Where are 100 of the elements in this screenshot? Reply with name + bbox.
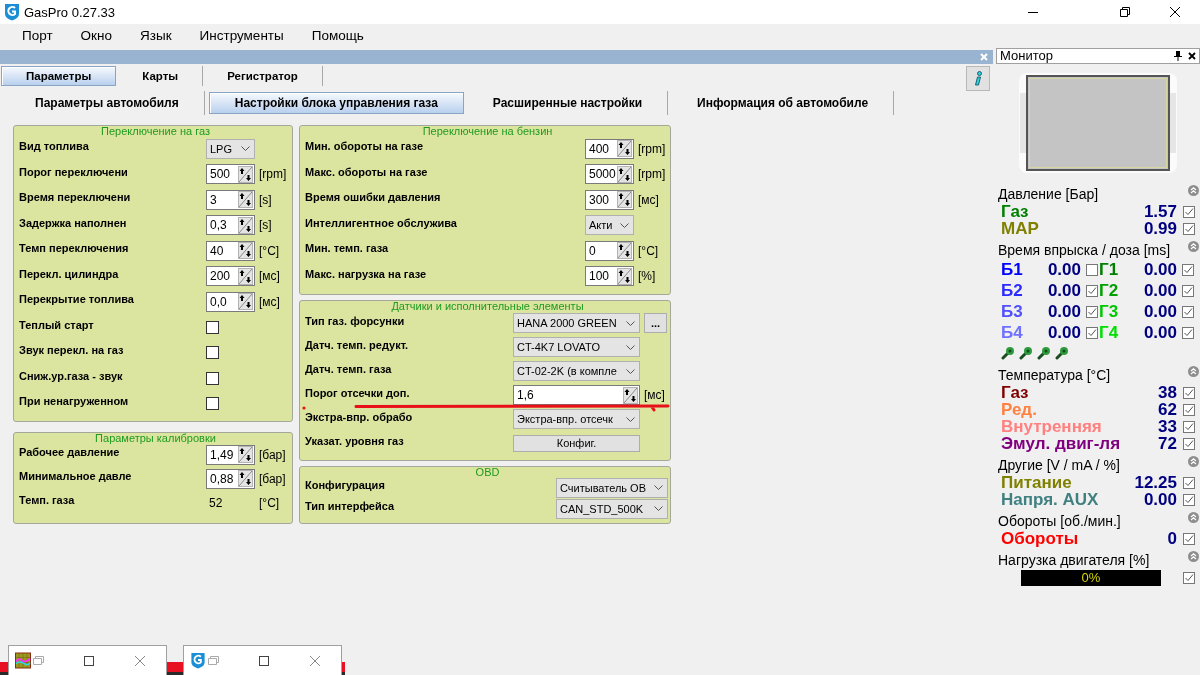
spin-field[interactable]: 0,0 <box>206 291 255 312</box>
checkbox[interactable] <box>1182 326 1194 339</box>
checkbox[interactable] <box>1183 532 1195 545</box>
checkbox[interactable] <box>206 320 219 334</box>
spin-field[interactable]: 0,3 <box>206 215 255 236</box>
unit-label: [rpm] <box>638 141 666 156</box>
checkbox[interactable] <box>206 397 219 411</box>
checkbox[interactable] <box>1183 386 1195 399</box>
info-button[interactable] <box>966 66 990 91</box>
collapse-icon[interactable] <box>1188 366 1199 377</box>
checkbox[interactable] <box>1183 493 1195 506</box>
sensor-value: 0.99 <box>1143 220 1177 237</box>
spin-field[interactable]: 500 <box>206 164 255 185</box>
more-button[interactable]: ... <box>644 313 667 333</box>
spin-arrows-icon[interactable] <box>238 470 253 487</box>
unit-label: [бар] <box>259 471 286 486</box>
spin-arrows-icon[interactable] <box>617 165 632 183</box>
tab[interactable]: Параметры <box>1 66 117 86</box>
spin-field[interactable]: 1,49 <box>206 444 255 465</box>
checkbox[interactable] <box>1086 284 1098 297</box>
tab[interactable]: Регистратор <box>203 66 323 86</box>
menu-item[interactable]: Помощь <box>297 26 378 46</box>
checkbox[interactable] <box>1183 476 1195 489</box>
dropdown[interactable]: CT-02-2K (в компле <box>513 361 640 381</box>
spin-field[interactable]: 300 <box>585 189 634 210</box>
sensor-label: Ред. <box>1001 401 1038 418</box>
section-title: Другие [V / mA / %] <box>998 457 1121 473</box>
spin-arrows-icon[interactable] <box>238 191 253 209</box>
menu-item[interactable]: Инструменты <box>185 26 298 46</box>
field-label: Тип газ. форсунки <box>305 314 406 329</box>
pin-icon[interactable] <box>1174 51 1182 61</box>
collapse-icon[interactable] <box>1188 241 1199 252</box>
spin-arrows-icon[interactable] <box>617 267 632 285</box>
spin-field[interactable]: 3 <box>206 189 255 210</box>
collapse-icon[interactable] <box>1188 456 1199 467</box>
checkbox[interactable] <box>1183 420 1195 433</box>
dropdown[interactable]: Акти <box>585 215 634 236</box>
checkbox[interactable] <box>1086 305 1098 318</box>
spin-arrows-icon[interactable] <box>617 242 632 260</box>
spin-arrows-icon[interactable] <box>617 140 632 158</box>
minimized-window[interactable] <box>8 645 167 675</box>
spin-arrows-icon[interactable] <box>238 267 253 285</box>
checkbox[interactable] <box>1182 305 1194 318</box>
dropdown[interactable]: Экстра-впр. отсечк <box>513 409 640 429</box>
spin-field[interactable]: 400 <box>585 138 634 159</box>
spin-field[interactable]: 0,88 <box>206 468 255 489</box>
graph-icon <box>15 652 31 669</box>
sensor-value: 38 <box>1158 384 1177 401</box>
injector-icon <box>1055 345 1069 360</box>
tab[interactable]: Информация об автомобиле <box>672 91 895 115</box>
checkbox[interactable] <box>1183 403 1195 416</box>
field-label: При ненагруженном <box>19 395 130 410</box>
spin-arrows-icon[interactable] <box>238 446 253 463</box>
dropdown[interactable]: CT-4K7 LOVATO <box>513 337 640 357</box>
maximize-icon <box>258 655 269 666</box>
dropdown[interactable]: Считыватель OB <box>556 477 668 498</box>
checkbox[interactable] <box>1182 284 1194 297</box>
spin-field[interactable]: 40 <box>206 240 255 261</box>
spin-arrows-icon[interactable] <box>238 216 253 234</box>
tab[interactable]: Карты <box>118 66 204 86</box>
checkbox[interactable] <box>1086 263 1098 276</box>
collapse-icon[interactable] <box>1188 185 1199 196</box>
checkbox[interactable] <box>1086 326 1098 339</box>
injection-value: 0.00 <box>1142 324 1177 341</box>
checkbox[interactable] <box>206 371 219 385</box>
config-button[interactable]: Конфиг. <box>513 434 640 452</box>
collapse-icon[interactable] <box>1188 551 1199 562</box>
checkbox[interactable] <box>206 346 219 360</box>
sensor-label: Обороты <box>1001 530 1080 547</box>
injection-value: 0.00 <box>1046 303 1081 320</box>
collapse-icon[interactable] <box>1188 512 1199 523</box>
spin-field[interactable]: 200 <box>206 266 255 287</box>
spin-field[interactable]: 1,6 <box>513 385 640 405</box>
close-icon[interactable] <box>1188 52 1196 60</box>
injector-label: Б3 <box>1001 303 1024 320</box>
tab[interactable]: Расширенные настройки <box>467 91 669 115</box>
spin-arrows-icon[interactable] <box>238 242 253 260</box>
spin-field[interactable]: 5000 <box>585 164 634 185</box>
spin-arrows-icon[interactable] <box>623 386 638 404</box>
field-label: Датч. темп. редукт. <box>305 338 410 353</box>
checkbox[interactable] <box>1183 205 1195 218</box>
menu-item[interactable]: Порт <box>8 26 67 46</box>
menu-item[interactable]: Окно <box>66 26 126 46</box>
app-logo-icon <box>4 3 20 21</box>
spin-field[interactable]: 100 <box>585 266 634 287</box>
menu-item[interactable]: Язык <box>126 26 186 46</box>
tab[interactable]: Настройки блока управления газа <box>208 92 464 114</box>
tab[interactable]: Параметры автомобиля <box>10 91 205 115</box>
checkbox[interactable] <box>1183 572 1195 584</box>
dropdown[interactable]: LPG <box>206 138 255 159</box>
dropdown[interactable]: HANA 2000 GREEN <box>513 313 640 333</box>
spin-field[interactable]: 0 <box>585 240 634 261</box>
checkbox[interactable] <box>1183 437 1195 450</box>
group-title: OBD <box>474 467 501 477</box>
spin-arrows-icon[interactable] <box>617 191 632 209</box>
checkbox[interactable] <box>1183 222 1195 235</box>
checkbox[interactable] <box>1182 263 1194 276</box>
dropdown[interactable]: CAN_STD_500K <box>556 498 668 519</box>
spin-arrows-icon[interactable] <box>238 293 253 311</box>
spin-arrows-icon[interactable] <box>238 165 253 183</box>
